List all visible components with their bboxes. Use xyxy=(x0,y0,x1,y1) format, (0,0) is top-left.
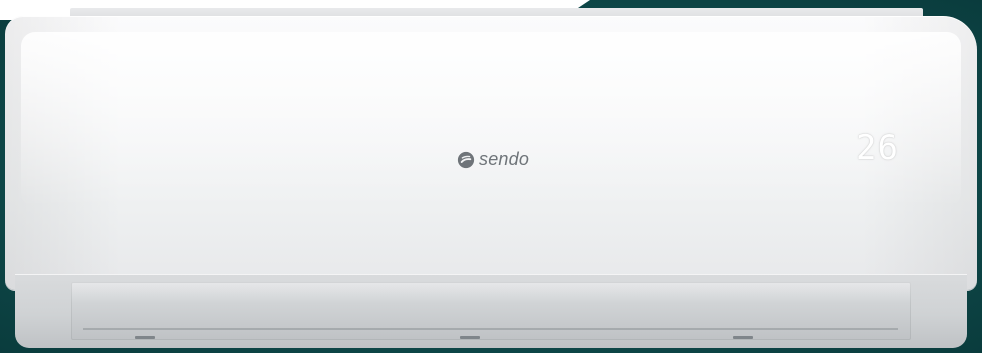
temperature-display: 26 xyxy=(856,128,899,168)
louver-tab xyxy=(733,336,753,339)
louver-tab xyxy=(135,336,155,339)
louver-tab xyxy=(460,336,480,339)
brand-name: sendo xyxy=(479,149,530,169)
air-conditioner-indoor-unit xyxy=(5,6,977,348)
louver-edge-line xyxy=(83,328,898,330)
sendo-logo-icon xyxy=(457,151,475,169)
brand-lockup: sendo xyxy=(457,150,529,170)
air-louver xyxy=(71,282,911,340)
